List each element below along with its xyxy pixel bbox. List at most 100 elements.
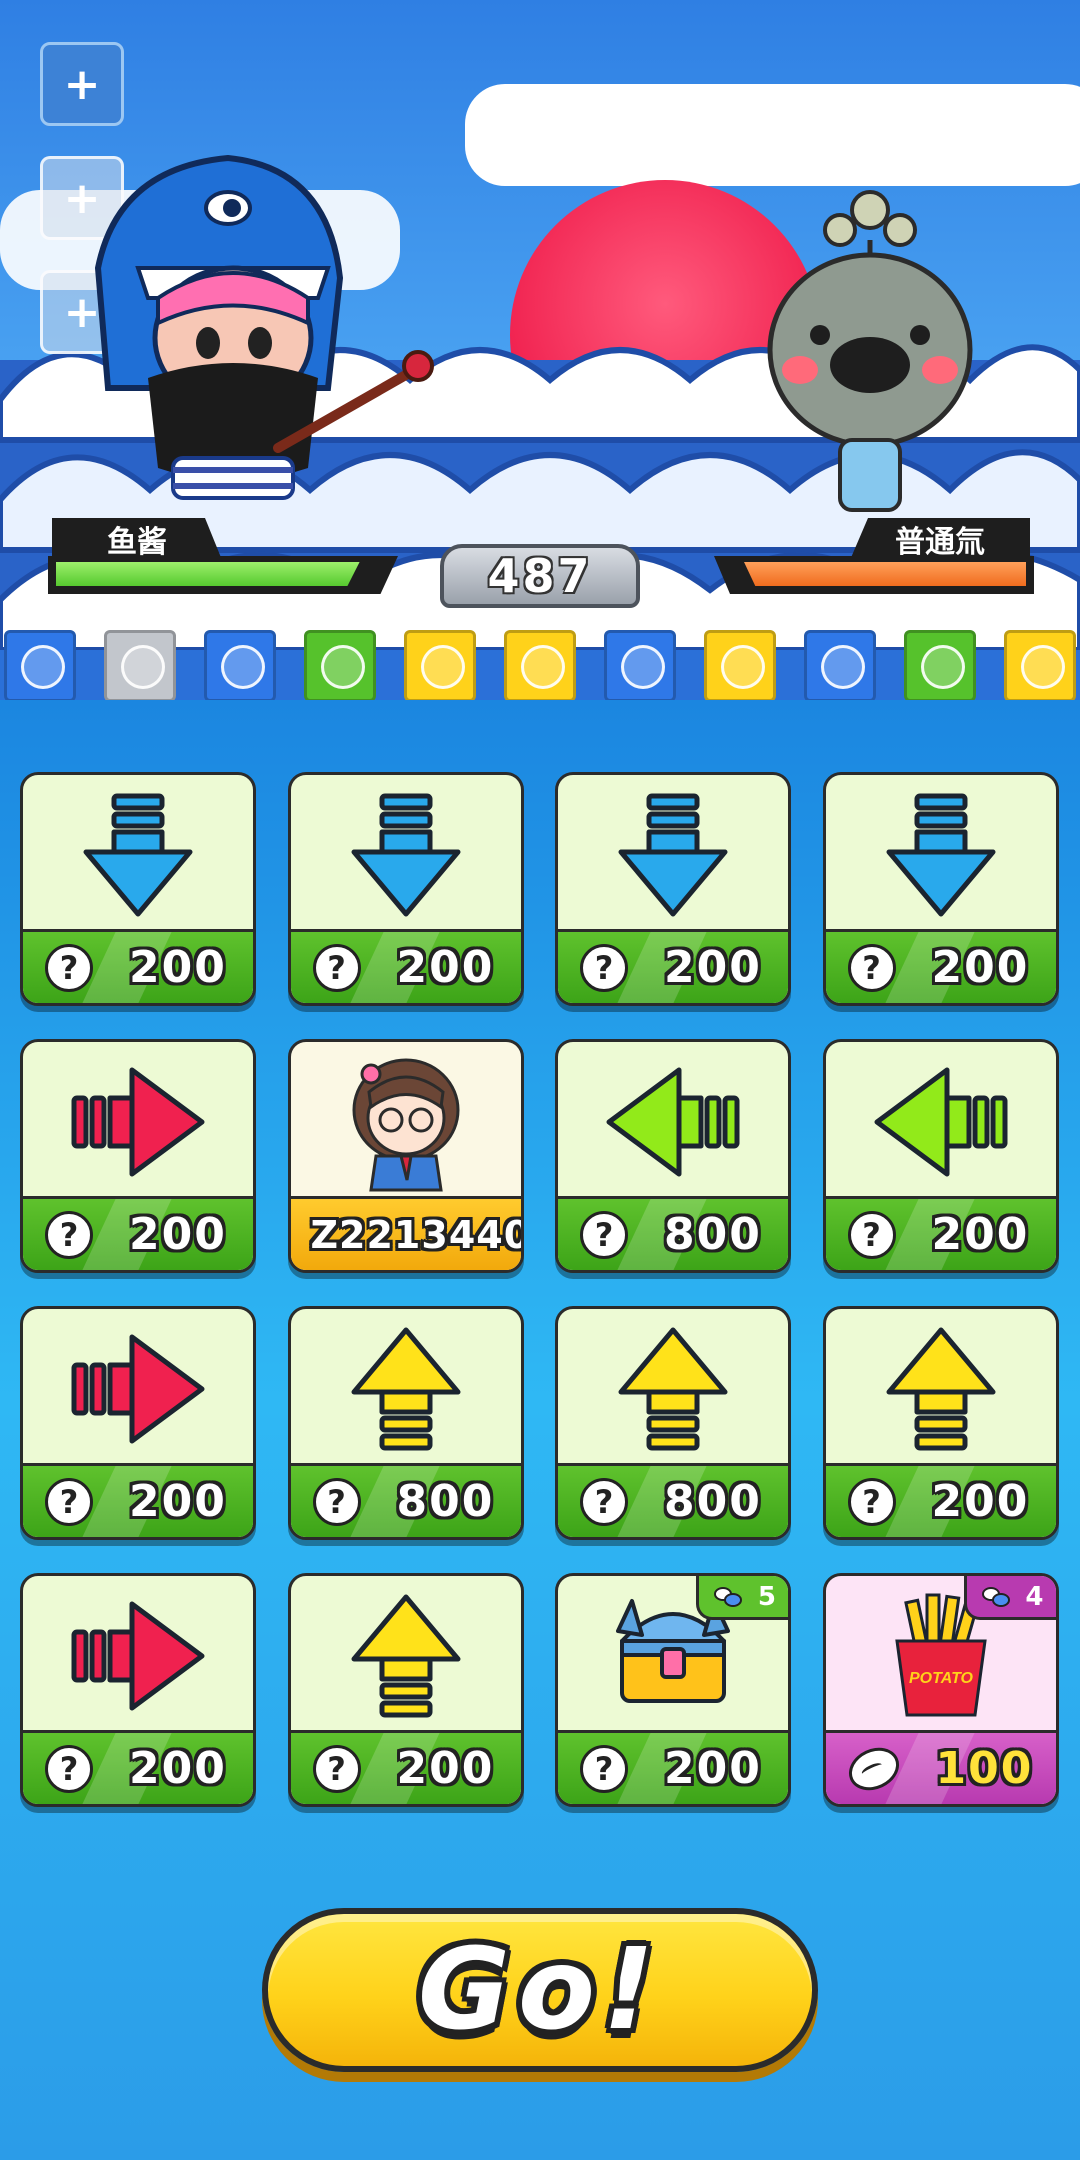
- question-mark-icon: ?: [45, 1210, 93, 1259]
- price-bar: ? 800: [558, 1196, 788, 1270]
- price-bar: ? 200: [558, 929, 788, 1003]
- question-mark-icon: ?: [312, 1744, 361, 1793]
- arrow-card[interactable]: ? 200: [20, 1306, 256, 1540]
- water-drop-icon: [121, 645, 165, 689]
- arrow-card[interactable]: ? 200: [20, 1039, 256, 1273]
- card-price: 200: [931, 942, 1030, 993]
- price-bar: ? 200: [290, 1730, 521, 1804]
- gem-queue: [0, 630, 1080, 700]
- card-price: 200: [396, 942, 495, 993]
- pill-count-badge: 4: [963, 1576, 1056, 1620]
- question-mark-icon: ?: [45, 1744, 93, 1793]
- enemy-name: 普通氚: [850, 518, 1030, 560]
- add-slot-button[interactable]: +: [40, 42, 124, 126]
- gem-green: [304, 630, 376, 700]
- water-drop-icon: [221, 645, 265, 689]
- battle-scene: + + + 鱼酱 普通氚 487: [0, 0, 1080, 700]
- arrow-left-icon: [558, 1042, 788, 1202]
- card-price: 800: [664, 1209, 762, 1260]
- item-card[interactable]: POTATO 4 100: [822, 1573, 1059, 1807]
- arrow-card[interactable]: ? 200: [20, 1573, 256, 1807]
- enemy-health-panel: 普通氚: [712, 518, 1042, 598]
- price-bar: ? 200: [825, 1463, 1056, 1537]
- pill-count-badge: 5: [696, 1576, 788, 1620]
- bread-icon: [841, 1739, 906, 1798]
- water-drop-icon: [621, 645, 665, 689]
- card-price: 800: [664, 1476, 762, 1527]
- question-mark-icon: ?: [847, 1210, 896, 1259]
- water-drop-icon: [721, 645, 765, 689]
- price-bar: ? 200: [23, 1463, 253, 1537]
- arrow-card[interactable]: ? 200: [822, 1306, 1059, 1540]
- enemy-health-bar: [714, 556, 1034, 594]
- question-mark-icon: ?: [312, 943, 361, 992]
- card-price: Z2213440: [310, 1212, 524, 1257]
- card-price: 200: [129, 1476, 227, 1527]
- enemy-health-fill: [744, 562, 1026, 586]
- arrow-down-icon: [23, 775, 253, 935]
- gem-yellow: [704, 630, 776, 700]
- water-drop-icon: [1021, 645, 1065, 689]
- water-drop-icon: [321, 645, 365, 689]
- go-button[interactable]: Go!: [262, 1908, 818, 2072]
- arrow-card[interactable]: ? 200: [20, 772, 256, 1006]
- cloud: [465, 84, 1080, 186]
- question-mark-icon: ?: [312, 1477, 361, 1526]
- arrow-card[interactable]: ? 200: [822, 1039, 1059, 1273]
- question-mark-icon: ?: [580, 1744, 628, 1793]
- arrow-up-icon: [291, 1576, 521, 1736]
- arrow-card[interactable]: ? 200: [555, 772, 791, 1006]
- question-mark-icon: ?: [580, 1477, 628, 1526]
- item-card[interactable]: 5? 200: [555, 1573, 791, 1807]
- arrow-down-icon: [558, 775, 788, 935]
- price-bar: ? 800: [558, 1463, 788, 1537]
- price-bar: ? 200: [23, 929, 253, 1003]
- water-drop-icon: [921, 645, 965, 689]
- gem-blue: [204, 630, 276, 700]
- hero-card[interactable]: Z2213440: [287, 1039, 524, 1273]
- arrow-up-icon: [826, 1309, 1056, 1469]
- arrow-down-icon: [826, 775, 1056, 935]
- card-price: 200: [129, 1209, 227, 1260]
- player-name: 鱼酱: [52, 518, 222, 560]
- go-button-label: Go!: [418, 1925, 662, 2055]
- question-mark-icon: ?: [580, 1210, 628, 1259]
- arrow-left-icon: [826, 1042, 1056, 1202]
- pill-icon: [981, 1587, 1010, 1607]
- arrow-card[interactable]: ? 200: [287, 772, 524, 1006]
- question-mark-icon: ?: [45, 1477, 93, 1526]
- badge-count: 5: [757, 1581, 776, 1612]
- pill-icon: [714, 1587, 742, 1607]
- card-price: 200: [931, 1476, 1030, 1527]
- player-health-fill: [56, 562, 360, 586]
- card-price: 200: [129, 1743, 227, 1794]
- question-mark-icon: ?: [45, 943, 93, 992]
- arrow-card[interactable]: ? 800: [555, 1039, 791, 1273]
- card-price: 200: [931, 1209, 1030, 1260]
- water-drop-icon: [521, 645, 565, 689]
- arrow-card[interactable]: ? 200: [287, 1573, 524, 1807]
- gem-blue: [4, 630, 76, 700]
- badge-count: 4: [1025, 1581, 1044, 1612]
- price-bar: ? 800: [290, 1463, 521, 1537]
- plus-icon: +: [63, 58, 101, 110]
- arrow-card[interactable]: ? 800: [287, 1306, 524, 1540]
- gem-green: [904, 630, 976, 700]
- gem-yellow: [1004, 630, 1076, 700]
- card-price: 100: [935, 1743, 1034, 1794]
- question-mark-icon: ?: [847, 1477, 896, 1526]
- price-bar: ? 200: [23, 1196, 253, 1270]
- player-health-bar: [48, 556, 398, 594]
- arrow-card[interactable]: ? 200: [822, 772, 1059, 1006]
- price-bar: ? 200: [825, 1196, 1056, 1270]
- arrow-right-icon: [23, 1042, 253, 1202]
- arrow-down-icon: [291, 775, 521, 935]
- svg-text:POTATO: POTATO: [909, 1670, 974, 1687]
- girl-avatar-icon: [291, 1042, 521, 1202]
- arrow-card[interactable]: ? 800: [555, 1306, 791, 1540]
- card-price: 200: [664, 1743, 762, 1794]
- arrow-right-icon: [23, 1576, 253, 1736]
- water-drop-icon: [821, 645, 865, 689]
- card-price: 200: [396, 1743, 495, 1794]
- player-character: [94, 154, 434, 500]
